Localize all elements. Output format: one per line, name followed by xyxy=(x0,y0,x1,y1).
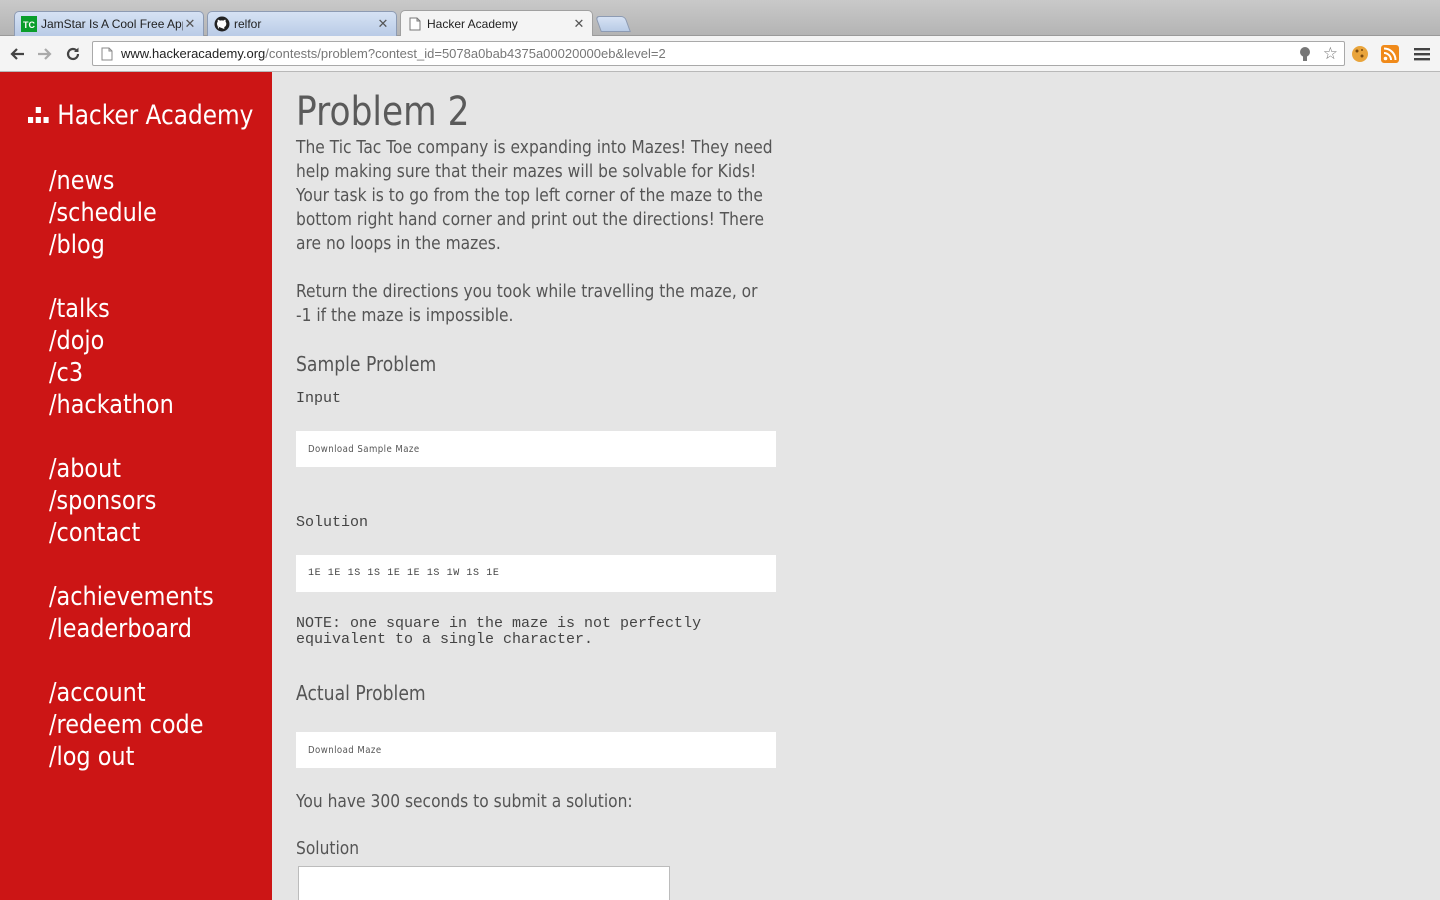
url-path: /contests/problem?contest_id=5078a0bab43… xyxy=(265,46,666,61)
submit-solution-label: Solution xyxy=(296,838,360,859)
page-icon xyxy=(407,16,423,32)
nav-group-programs: /talks /dojo /c3 /hackathon xyxy=(49,293,194,421)
nav-about[interactable]: /about xyxy=(49,453,156,485)
tab-title: Hacker Academy xyxy=(427,16,518,31)
tab-title: JamStar Is A Cool Free App xyxy=(41,17,183,31)
nav-talks[interactable]: /talks xyxy=(49,293,174,325)
url-host: www.hackeracademy.org xyxy=(121,46,266,61)
download-sample-maze-link[interactable]: Download Sample Maze xyxy=(308,444,420,455)
site-brand: Hacker Academy xyxy=(57,100,254,131)
browser-toolbar: www.hackeracademy.org/contests/problem?c… xyxy=(0,36,1440,72)
nav-contact[interactable]: /contact xyxy=(49,517,156,549)
actual-problem-heading: Actual Problem xyxy=(296,681,426,705)
timer-text: You have 300 seconds to submit a solutio… xyxy=(296,791,633,812)
nav-news[interactable]: /news xyxy=(49,165,157,197)
description-line: Your task is to go from the top left cor… xyxy=(296,185,763,206)
return-line: -1 if the maze is impossible. xyxy=(296,305,514,326)
forward-icon[interactable] xyxy=(34,44,56,64)
sample-solution-text: 1E 1E 1S 1S 1E 1E 1S 1W 1S 1E xyxy=(308,568,500,579)
lock-hint-icon[interactable] xyxy=(1298,46,1312,65)
nav-c3[interactable]: /c3 xyxy=(49,357,174,389)
sidebar: Hacker Academy /news /schedule /blog /ta… xyxy=(0,72,272,900)
techcrunch-icon: TC xyxy=(21,16,37,32)
svg-text:TC: TC xyxy=(23,20,35,30)
nav-achievements[interactable]: /achievements xyxy=(49,581,214,613)
tab-close-icon[interactable]: ✕ xyxy=(183,16,197,32)
tab-title: relfor xyxy=(234,17,262,31)
return-instructions: Return the directions you took while tra… xyxy=(296,280,776,328)
page-title: Problem 2 xyxy=(296,89,470,135)
tab-close-icon[interactable]: ✕ xyxy=(572,16,586,32)
nav-group-info: /about /sponsors /contact xyxy=(49,453,174,549)
nav-redeem-code[interactable]: /redeem code xyxy=(49,709,204,741)
new-tab-button[interactable] xyxy=(595,16,631,32)
bookmark-star-icon[interactable]: ☆ xyxy=(1323,44,1338,64)
nav-blog[interactable]: /blog xyxy=(49,229,157,261)
sample-solution-box: 1E 1E 1S 1S 1E 1E 1S 1W 1S 1E xyxy=(296,555,776,592)
return-line: Return the directions you took while tra… xyxy=(296,281,758,302)
problem-content: Problem 2 The Tic Tac Toe company is exp… xyxy=(296,72,776,900)
submit-section: Solution xyxy=(296,837,776,861)
nav-group-main: /news /schedule /blog xyxy=(49,165,174,261)
nav-log-out[interactable]: /log out xyxy=(49,741,204,773)
address-bar[interactable]: www.hackeracademy.org/contests/problem?c… xyxy=(92,41,1345,66)
nav-group-progress: /achievements /leaderboard xyxy=(49,581,241,645)
page-icon xyxy=(101,47,113,61)
note-line: equivalent to a single character. xyxy=(296,631,594,648)
nav-hackathon[interactable]: /hackathon xyxy=(49,389,174,421)
tab-close-icon[interactable]: ✕ xyxy=(376,16,390,32)
site-logo[interactable]: Hacker Academy xyxy=(28,100,253,131)
nav-group-account: /account /redeem code /log out xyxy=(49,677,229,773)
sample-problem-heading: Sample Problem xyxy=(296,352,437,376)
cookie-extension-icon[interactable] xyxy=(1351,45,1369,63)
description-line: help making sure that their mazes will b… xyxy=(296,161,757,182)
note-line: NOTE: one square in the maze is not perf… xyxy=(296,615,702,632)
nav-account[interactable]: /account xyxy=(49,677,204,709)
back-icon[interactable] xyxy=(6,44,28,64)
actual-download-box: Download Maze xyxy=(296,732,776,768)
logo-icon xyxy=(28,103,50,129)
download-maze-link[interactable]: Download Maze xyxy=(308,745,382,756)
nav-schedule[interactable]: /schedule xyxy=(49,197,157,229)
problem-description: The Tic Tac Toe company is expanding int… xyxy=(296,136,776,256)
tab-hacker-academy[interactable]: Hacker Academy ✕ xyxy=(400,10,593,36)
nav-dojo[interactable]: /dojo xyxy=(49,325,174,357)
description-line: bottom right hand corner and print out t… xyxy=(296,209,765,230)
input-label: Input xyxy=(296,390,342,407)
menu-icon[interactable] xyxy=(1413,45,1431,63)
nav-leaderboard[interactable]: /leaderboard xyxy=(49,613,214,645)
browser-tabstrip: TC JamStar Is A Cool Free App ✕ relfor ✕… xyxy=(0,0,1440,36)
solution-label: Solution xyxy=(296,514,369,531)
tab-relfor[interactable]: relfor ✕ xyxy=(207,11,397,36)
description-line: The Tic Tac Toe company is expanding int… xyxy=(296,137,773,158)
solution-textarea[interactable] xyxy=(298,866,670,900)
reload-icon[interactable] xyxy=(62,44,84,64)
github-icon xyxy=(214,16,230,32)
description-line: are no loops in the mazes. xyxy=(296,233,501,254)
tab-jamstar[interactable]: TC JamStar Is A Cool Free App ✕ xyxy=(14,11,204,36)
timer-notice: You have 300 seconds to submit a solutio… xyxy=(296,790,776,814)
nav-sponsors[interactable]: /sponsors xyxy=(49,485,156,517)
rss-icon[interactable] xyxy=(1381,45,1399,63)
sample-download-box: Download Sample Maze xyxy=(296,431,776,467)
note-text: NOTE: one square in the maze is not perf… xyxy=(296,616,701,648)
